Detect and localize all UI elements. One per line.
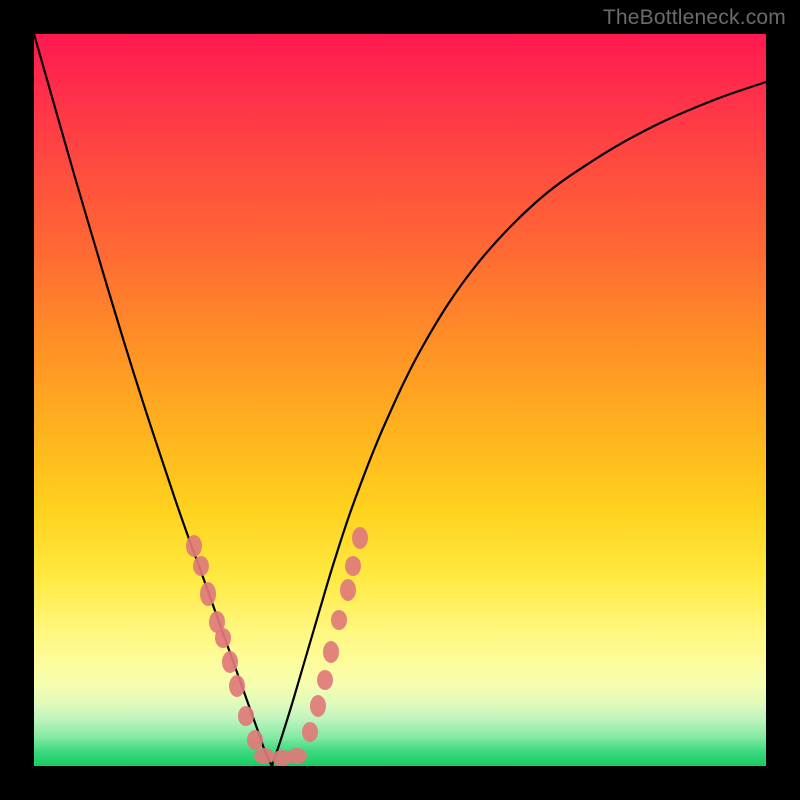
data-marker bbox=[323, 641, 339, 663]
curve-overlay bbox=[34, 34, 766, 766]
data-marker bbox=[222, 651, 238, 673]
data-marker bbox=[193, 556, 209, 576]
data-marker bbox=[345, 556, 361, 576]
watermark-text: TheBottleneck.com bbox=[603, 6, 786, 30]
ascending-curve bbox=[272, 82, 766, 766]
data-marker bbox=[340, 579, 356, 601]
data-marker bbox=[247, 730, 263, 750]
plot-area bbox=[34, 34, 766, 766]
data-marker bbox=[229, 675, 245, 697]
data-marker bbox=[331, 610, 347, 630]
data-marker bbox=[317, 670, 333, 690]
data-marker bbox=[302, 722, 318, 742]
data-marker bbox=[310, 695, 326, 717]
data-marker bbox=[186, 535, 202, 557]
data-marker bbox=[215, 628, 231, 648]
data-marker bbox=[200, 582, 216, 606]
data-marker bbox=[287, 748, 307, 764]
data-marker bbox=[352, 527, 368, 549]
data-marker bbox=[254, 748, 274, 764]
data-marker bbox=[238, 706, 254, 726]
